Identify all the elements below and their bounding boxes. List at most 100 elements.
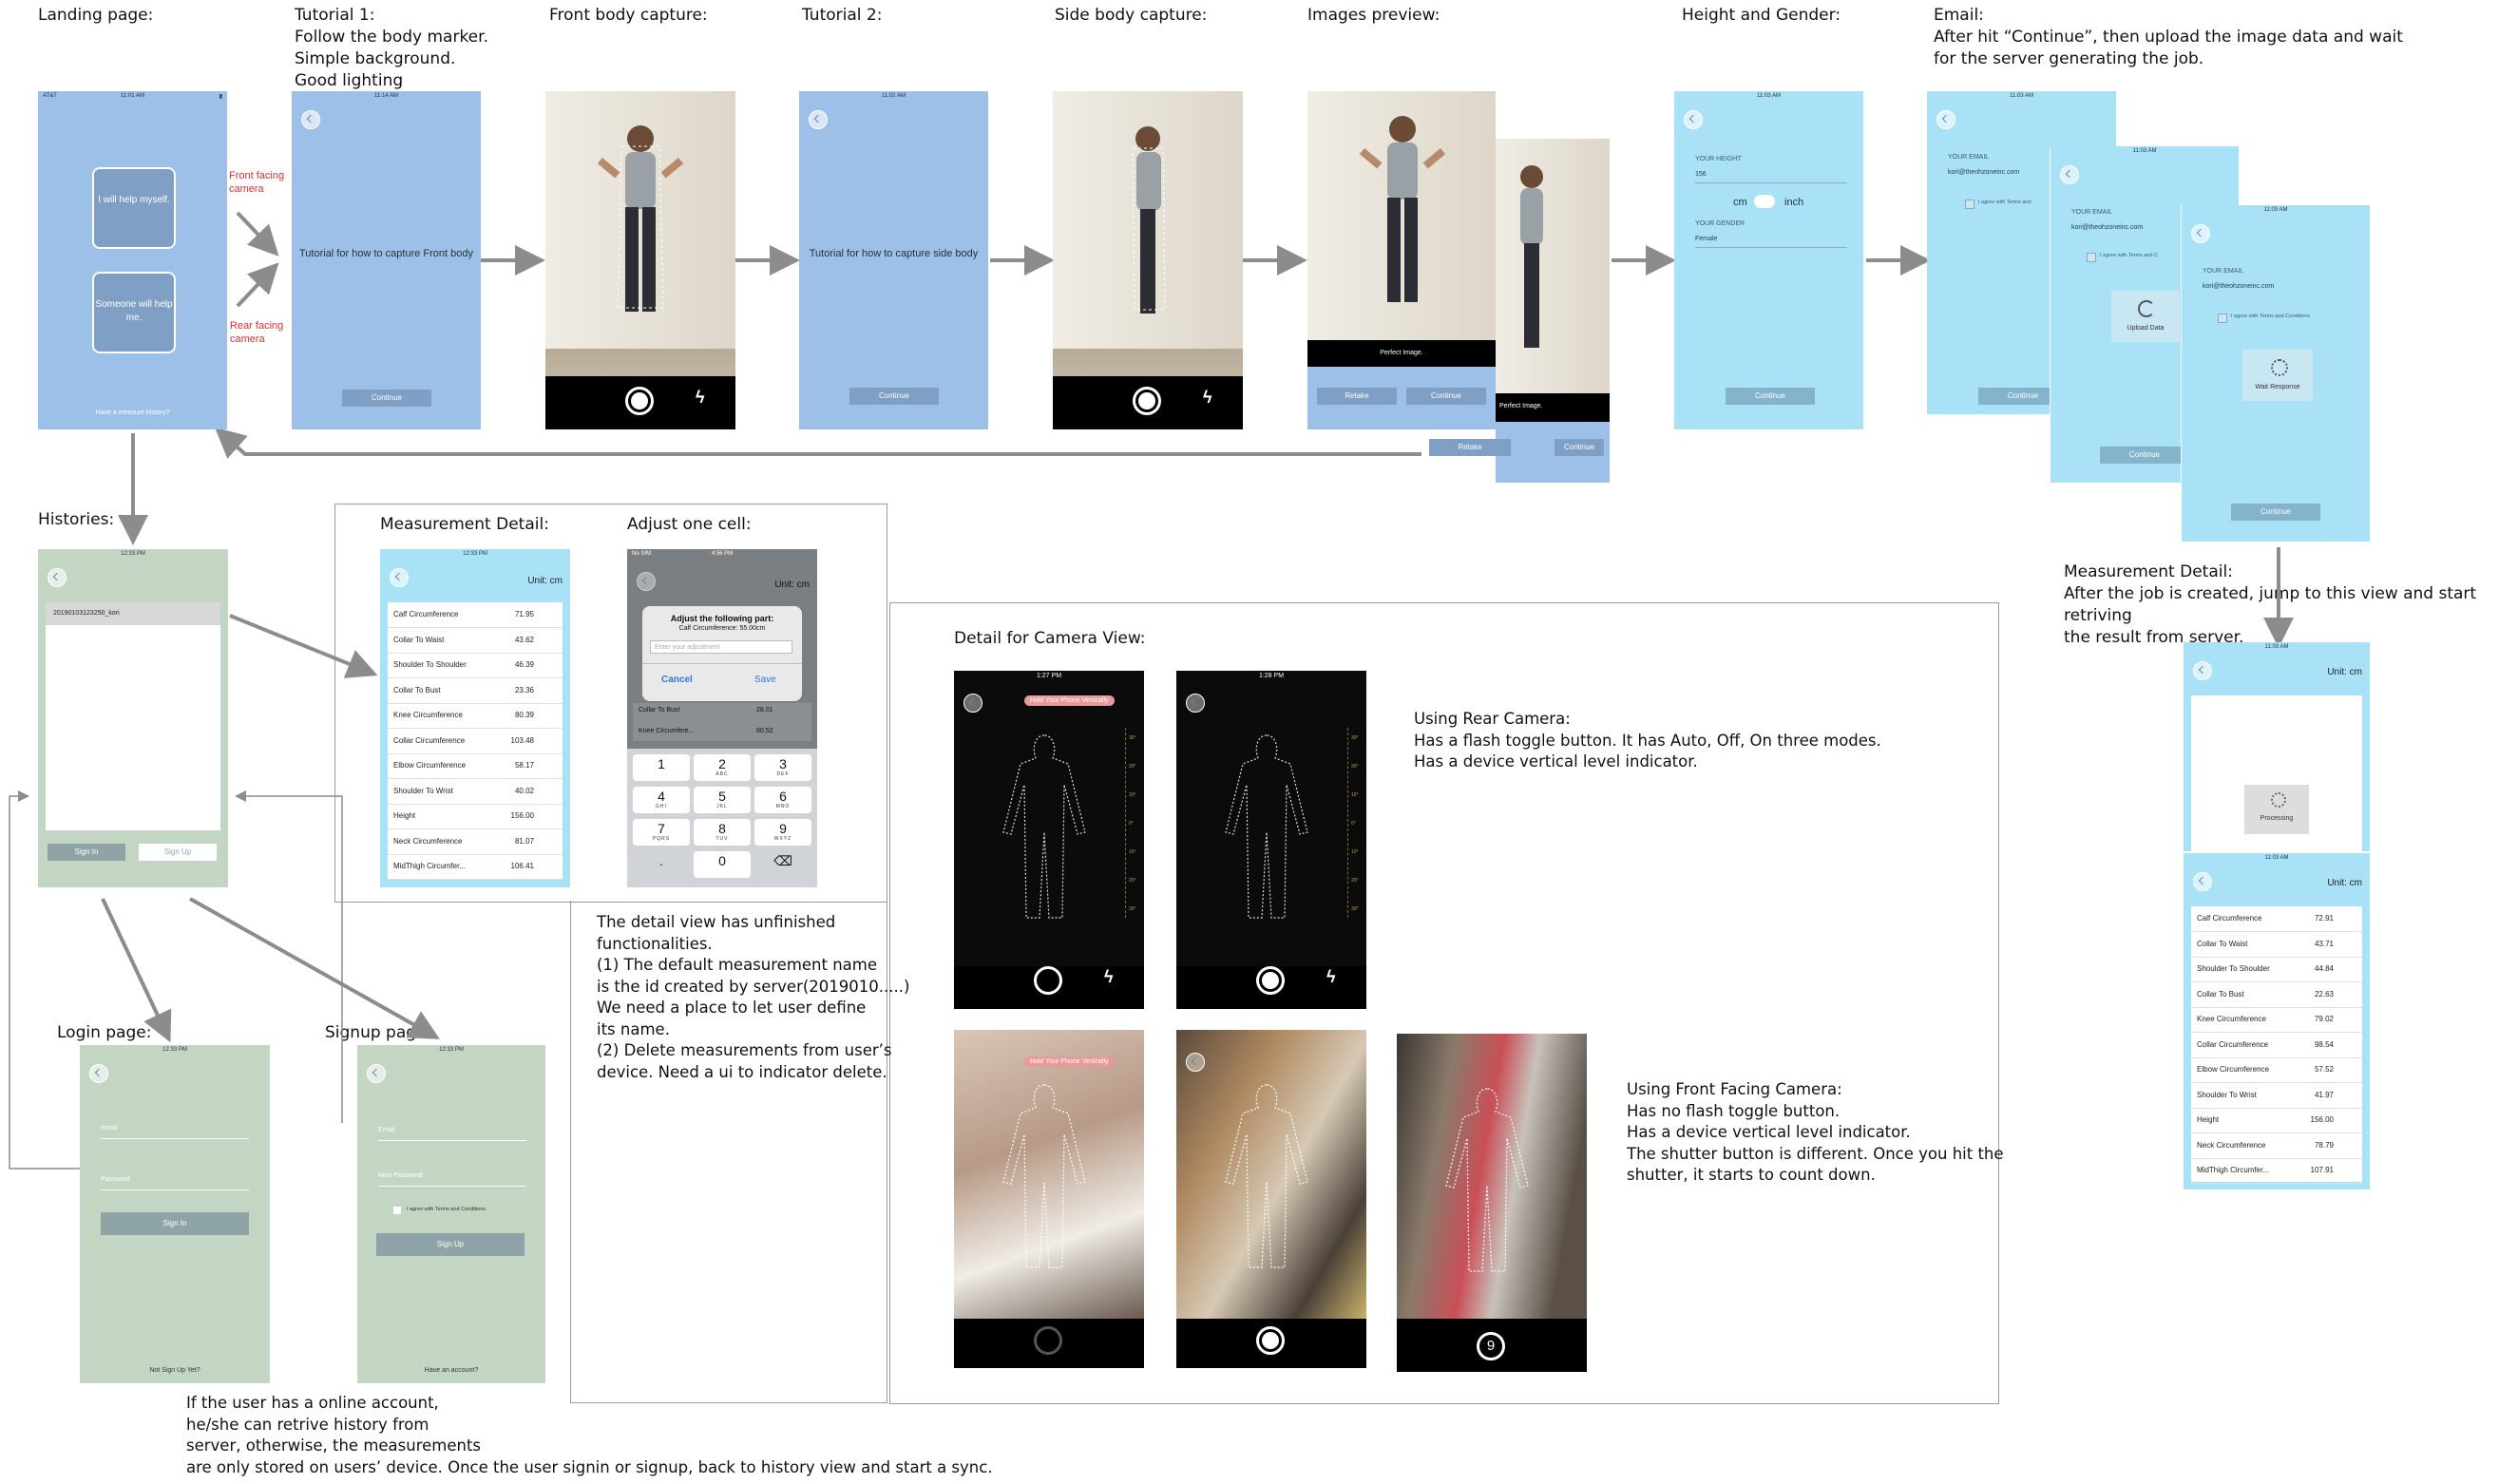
keypad-key[interactable]: ⌫ — [754, 851, 811, 878]
new-password-field[interactable]: New Password — [378, 1172, 423, 1179]
measurement-row[interactable]: Height 156.00 — [2191, 1108, 2362, 1133]
continue-button[interactable]: Continue — [2100, 447, 2189, 464]
continue-button[interactable]: Continue — [1406, 388, 1486, 405]
flash-auto-icon[interactable]: ϟ — [1326, 967, 1336, 987]
countdown-label: 9 — [1486, 1338, 1496, 1354]
flash-auto-icon[interactable]: ϟ — [1203, 388, 1212, 408]
password-field[interactable]: Password — [101, 1176, 130, 1183]
flash-auto-icon[interactable]: ϟ — [696, 388, 705, 408]
keypad-key[interactable]: 2 ABC — [694, 754, 751, 781]
measurement-row[interactable]: Collar To Waist 43.71 — [2191, 932, 2362, 958]
height-input[interactable]: 156 — [1695, 171, 1707, 178]
measurement-row[interactable]: Neck Circumference 78.79 — [2191, 1133, 2362, 1159]
agree-checkbox[interactable] — [1965, 200, 1974, 209]
countdown-shutter-button[interactable]: 9 — [1477, 1332, 1505, 1360]
back-icon[interactable] — [1186, 1053, 1205, 1072]
email-input[interactable]: kori@theohzoneinc.com — [2071, 224, 2143, 231]
shutter-button[interactable] — [1034, 1326, 1062, 1355]
measurement-row[interactable]: Shoulder To Wrist 40.02 — [388, 779, 563, 805]
help-myself-button[interactable]: I will help myself. — [92, 167, 176, 249]
shutter-button[interactable] — [1133, 387, 1161, 415]
email-field[interactable]: Email — [101, 1125, 118, 1132]
save-button[interactable]: Save — [754, 675, 776, 685]
measurement-row[interactable]: Collar To Bust 22.63 — [2191, 982, 2362, 1008]
keypad-key[interactable]: 6 MNO — [754, 787, 811, 813]
someone-help-button[interactable]: Someone will help me. — [92, 272, 176, 353]
measurement-row[interactable]: Knee Circumference 80.39 — [388, 703, 563, 729]
flash-auto-icon[interactable]: ϟ — [1104, 967, 1114, 987]
keypad-key[interactable]: 5 JKL — [694, 787, 751, 813]
back-icon[interactable] — [48, 568, 67, 587]
unit-toggle[interactable] — [1754, 195, 1775, 208]
email-input[interactable]: kori@theohzoneinc.com — [2203, 283, 2274, 290]
continue-button[interactable]: Continue — [1726, 388, 1815, 405]
back-icon[interactable] — [390, 568, 409, 587]
sign-up-button[interactable]: Sign Up — [139, 844, 217, 861]
measurement-row[interactable]: Collar To Bust 23.36 — [388, 678, 563, 704]
history-link[interactable]: Have a measure history? — [38, 409, 227, 416]
back-icon[interactable] — [2191, 224, 2210, 243]
gender-select[interactable]: Female — [1695, 236, 1717, 242]
back-icon[interactable] — [809, 110, 828, 129]
email-field[interactable]: Email — [378, 1127, 395, 1133]
back-icon[interactable] — [2193, 661, 2212, 680]
login-link[interactable]: Have an account? — [357, 1367, 545, 1374]
back-icon[interactable] — [1684, 110, 1703, 129]
keypad-key[interactable]: 9 WXYZ — [754, 819, 811, 846]
email-input[interactable]: kori@theohzoneinc.com — [1948, 169, 2019, 176]
cancel-button[interactable]: Cancel — [661, 675, 693, 685]
shutter-button[interactable] — [625, 387, 654, 415]
preview-caption: Perfect Image. — [1380, 350, 1423, 356]
agree-checkbox[interactable] — [2087, 253, 2096, 262]
sign-in-button[interactable]: Sign In — [48, 844, 125, 861]
adjust-input[interactable]: Enter your adjustment — [650, 640, 792, 654]
retake-button[interactable]: Retake — [1317, 388, 1397, 405]
continue-button[interactable]: Continue — [342, 390, 431, 407]
retake-button[interactable]: Retake — [1429, 439, 1511, 456]
measurement-row[interactable]: Calf Circumference 71.95 — [388, 602, 563, 628]
measurement-row[interactable]: Shoulder To Shoulder 46.39 — [388, 653, 563, 678]
back-icon[interactable] — [301, 110, 320, 129]
back-icon[interactable] — [2193, 872, 2212, 891]
measurement-row[interactable]: Collar Circumference 103.48 — [388, 729, 563, 754]
back-icon[interactable] — [89, 1064, 108, 1083]
keypad-key[interactable]: 1 — [633, 754, 690, 781]
measurement-row[interactable]: Height 156.00 — [388, 804, 563, 829]
measurement-row[interactable]: Shoulder To Wrist 41.97 — [2191, 1083, 2362, 1109]
measurement-row[interactable]: Elbow Circumference 58.17 — [388, 753, 563, 779]
back-icon[interactable] — [963, 694, 982, 713]
back-icon[interactable] — [1186, 694, 1205, 713]
back-icon[interactable] — [2060, 165, 2079, 184]
agree-checkbox[interactable] — [2218, 314, 2227, 323]
measurement-row[interactable]: Elbow Circumference 57.52 — [2191, 1057, 2362, 1083]
measurement-row[interactable]: MidThigh Circumfer... 107.91 — [2191, 1158, 2362, 1184]
keypad-key[interactable]: 4 GHI — [633, 787, 690, 813]
measurement-row[interactable]: Calf Circumference 72.91 — [2191, 906, 2362, 932]
keypad-key[interactable]: 0 — [694, 851, 751, 878]
back-icon[interactable] — [367, 1064, 386, 1083]
keypad-key[interactable]: 3 DEF — [754, 754, 811, 781]
keypad-key[interactable]: 8 TUV — [694, 819, 751, 846]
history-list-item[interactable]: 20190103123250_kori — [46, 602, 220, 625]
agree-checkbox[interactable] — [393, 1207, 401, 1214]
detail-view-note: The detail view has unfinished functiona… — [597, 913, 910, 1081]
signup-link[interactable]: Not Sign Up Yet? — [80, 1367, 270, 1374]
shutter-button[interactable] — [1256, 1326, 1285, 1355]
keypad-key[interactable]: . — [633, 851, 690, 878]
keypad-digit: . — [659, 853, 663, 868]
continue-button[interactable]: Continue — [2231, 504, 2320, 521]
shutter-button[interactable] — [1256, 966, 1285, 995]
measurement-row[interactable]: Shoulder To Shoulder 44.84 — [2191, 957, 2362, 982]
measurement-row[interactable]: Collar Circumference 98.54 — [2191, 1033, 2362, 1058]
measurement-row[interactable]: Knee Circumference 79.02 — [2191, 1007, 2362, 1033]
shutter-button[interactable] — [1034, 966, 1062, 995]
keypad-key[interactable]: 7 PQRS — [633, 819, 690, 846]
measurement-row[interactable]: MidThigh Circumfer... 106.41 — [388, 854, 563, 880]
continue-button[interactable]: Continue — [1555, 439, 1604, 456]
measurement-row[interactable]: Neck Circumference 81.07 — [388, 829, 563, 855]
sign-in-button[interactable]: Sign In — [101, 1212, 249, 1235]
continue-button[interactable]: Continue — [849, 388, 939, 405]
sign-up-button[interactable]: Sign Up — [376, 1233, 525, 1256]
back-icon[interactable] — [1936, 110, 1955, 129]
measurement-row[interactable]: Collar To Waist 43.62 — [388, 628, 563, 654]
